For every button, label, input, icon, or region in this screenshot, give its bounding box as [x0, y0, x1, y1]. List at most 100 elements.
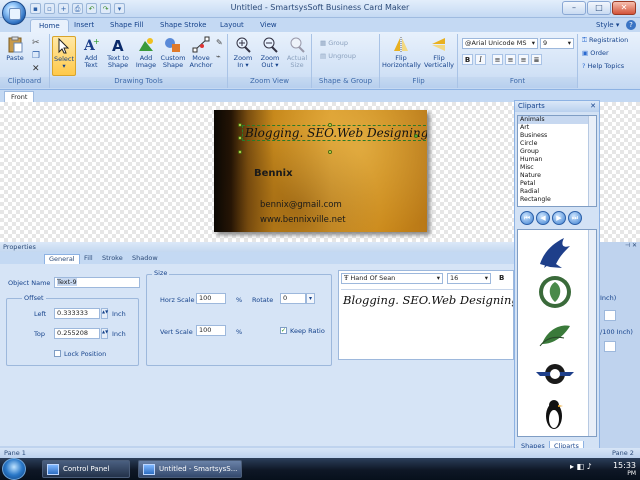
rotate-field[interactable]: 0	[280, 293, 306, 304]
start-button[interactable]	[2, 458, 26, 480]
top-field[interactable]: 0.255208	[54, 328, 100, 339]
tab-home[interactable]: Home	[30, 19, 69, 32]
group-button[interactable]: ▦ Group	[320, 39, 348, 47]
flip-horizontally-button[interactable]: Flip Horizontally	[382, 36, 421, 69]
category-item[interactable]: Rectangle	[518, 196, 596, 204]
zoom-out-button[interactable]: Zoom Out ▾	[257, 36, 283, 69]
right-value-field-2[interactable]	[604, 341, 616, 352]
align-center-button[interactable]: ≡	[505, 54, 516, 65]
registration-button[interactable]: ⚿ Registration	[582, 36, 628, 45]
actual-size-button[interactable]: Actual Size	[285, 36, 309, 69]
category-item[interactable]: Business	[518, 132, 596, 140]
close-icon[interactable]: ✕	[590, 101, 596, 112]
redo-icon[interactable]: ↷	[100, 3, 111, 14]
text-size-select[interactable]: 16 ▾	[447, 273, 491, 284]
left-spinner[interactable]: ▲▼	[101, 308, 108, 319]
category-item[interactable]: Radial	[518, 188, 596, 196]
last-page-icon[interactable]: ⏭	[568, 211, 582, 225]
italic-button[interactable]: I	[475, 54, 486, 65]
add-text-button[interactable]: A + Add Text	[80, 36, 102, 69]
category-item[interactable]: Circle	[518, 140, 596, 148]
text-font-select[interactable]: Ŧ Hand Of Sean ▾	[341, 273, 443, 284]
node-tool-icon[interactable]: ⌁	[216, 52, 221, 61]
tab-general[interactable]: General	[44, 254, 80, 264]
leaves-clipart[interactable]	[534, 316, 576, 352]
clipart-category-list[interactable]: Animals Art Business Circle Group Human Misc Na…	[517, 115, 597, 207]
help-topics-button[interactable]: ? Help Topics	[582, 62, 624, 70]
penguin-clipart[interactable]	[534, 396, 576, 432]
tab-front[interactable]: Front	[4, 91, 35, 102]
order-button[interactable]: ▣ Order	[582, 49, 609, 57]
right-value-field-1[interactable]	[604, 310, 616, 321]
category-item[interactable]: Animals	[518, 116, 596, 124]
application-menu-button[interactable]	[2, 1, 26, 25]
tab-insert[interactable]: Insert	[66, 19, 102, 32]
lock-position-checkbox[interactable]	[54, 350, 61, 357]
paste-button[interactable]: Paste	[3, 36, 27, 62]
zoom-in-button[interactable]: Zoom In ▾	[231, 36, 255, 69]
font-family-select[interactable]: @Arial Unicode MS ▾	[462, 38, 538, 49]
pen-tool-icon[interactable]: ✎	[216, 38, 223, 47]
tab-view[interactable]: View	[252, 19, 285, 32]
copy-icon[interactable]: ❐	[32, 51, 40, 61]
rotate-handle[interactable]	[414, 134, 418, 138]
card-website-text[interactable]: www.bennixville.net	[260, 215, 346, 225]
tab-stroke[interactable]: Stroke	[98, 254, 127, 264]
selection-handle[interactable]	[238, 123, 242, 127]
tab-shape-stroke[interactable]: Shape Stroke	[152, 19, 214, 32]
object-name-field[interactable]: Text-9	[54, 277, 140, 288]
leaf-emblem-clipart[interactable]	[534, 274, 576, 310]
cut-icon[interactable]: ✂	[32, 38, 40, 48]
category-item[interactable]: Misc	[518, 164, 596, 172]
category-scrollbar[interactable]	[588, 116, 596, 206]
top-spinner[interactable]: ▲▼	[101, 328, 108, 339]
align-right-button[interactable]: ≡	[518, 54, 529, 65]
tray-icons[interactable]: ▸ ◧ ♪	[570, 462, 592, 471]
close-button[interactable]: ✕	[612, 1, 636, 15]
tab-shape-fill[interactable]: Shape Fill	[102, 19, 152, 32]
text-preview[interactable]: Blogging. SEO.Web Designing	[343, 293, 513, 307]
panel-pin-close-icons[interactable]: ⊣ ✕	[612, 242, 640, 252]
system-clock[interactable]: 15:33 PM	[613, 461, 636, 477]
card-name-text[interactable]: Bennix	[254, 168, 293, 179]
next-page-icon[interactable]: ▶	[552, 211, 566, 225]
tab-fill[interactable]: Fill	[80, 254, 97, 264]
add-image-button[interactable]: Add Image	[134, 36, 158, 69]
flip-vertically-button[interactable]: Flip Vertically	[422, 36, 456, 69]
business-card[interactable]: Blogging. SEO.Web Designing Bennix benni…	[214, 110, 427, 232]
left-field[interactable]: 0.333333	[54, 308, 100, 319]
vert-scale-field[interactable]: 100	[196, 325, 226, 336]
text-editor-panel[interactable]: Ŧ Hand Of Sean ▾ 16 ▾ B Blogging. SEO.Web …	[338, 270, 514, 360]
previous-page-icon[interactable]: ◀	[536, 211, 550, 225]
selection-handle[interactable]	[238, 136, 242, 140]
horz-scale-field[interactable]: 100	[196, 293, 226, 304]
selection-handle[interactable]	[328, 150, 332, 154]
minimize-button[interactable]: –	[562, 1, 586, 15]
delete-icon[interactable]: ✕	[32, 64, 40, 74]
category-item[interactable]: Art	[518, 124, 596, 132]
font-size-select[interactable]: 9 ▾	[540, 38, 574, 49]
tab-shadow[interactable]: Shadow	[128, 254, 162, 264]
align-left-button[interactable]: ≡	[492, 54, 503, 65]
new-quick-icon[interactable]: +	[58, 3, 69, 14]
custom-shape-button[interactable]: Custom Shape	[160, 36, 186, 69]
rotate-dropdown-icon[interactable]: ▾	[306, 293, 315, 304]
bold-button[interactable]: B	[462, 54, 473, 65]
keep-ratio-checkbox[interactable]: ✓	[280, 327, 287, 334]
selection-handle[interactable]	[238, 150, 242, 154]
category-item[interactable]: Petal	[518, 180, 596, 188]
card-email-text[interactable]: bennix@gmail.com	[260, 200, 342, 210]
maximize-button[interactable]: □	[587, 1, 611, 15]
bird-clipart[interactable]	[534, 234, 576, 270]
category-item[interactable]: Nature	[518, 172, 596, 180]
category-item[interactable]: Human	[518, 156, 596, 164]
tab-layout[interactable]: Layout	[212, 19, 252, 32]
winged-emblem-clipart[interactable]	[534, 356, 576, 392]
selection-handle[interactable]	[328, 123, 332, 127]
save-quick-icon[interactable]: ▪	[30, 3, 41, 14]
print-quick-icon[interactable]: ⎙	[72, 3, 83, 14]
move-anchor-button[interactable]: Move Anchor	[188, 36, 214, 69]
undo-icon[interactable]: ↶	[86, 3, 97, 14]
card-headline-text[interactable]: Blogging. SEO.Web Designing	[242, 125, 427, 141]
open-quick-icon[interactable]: ▫	[44, 3, 55, 14]
